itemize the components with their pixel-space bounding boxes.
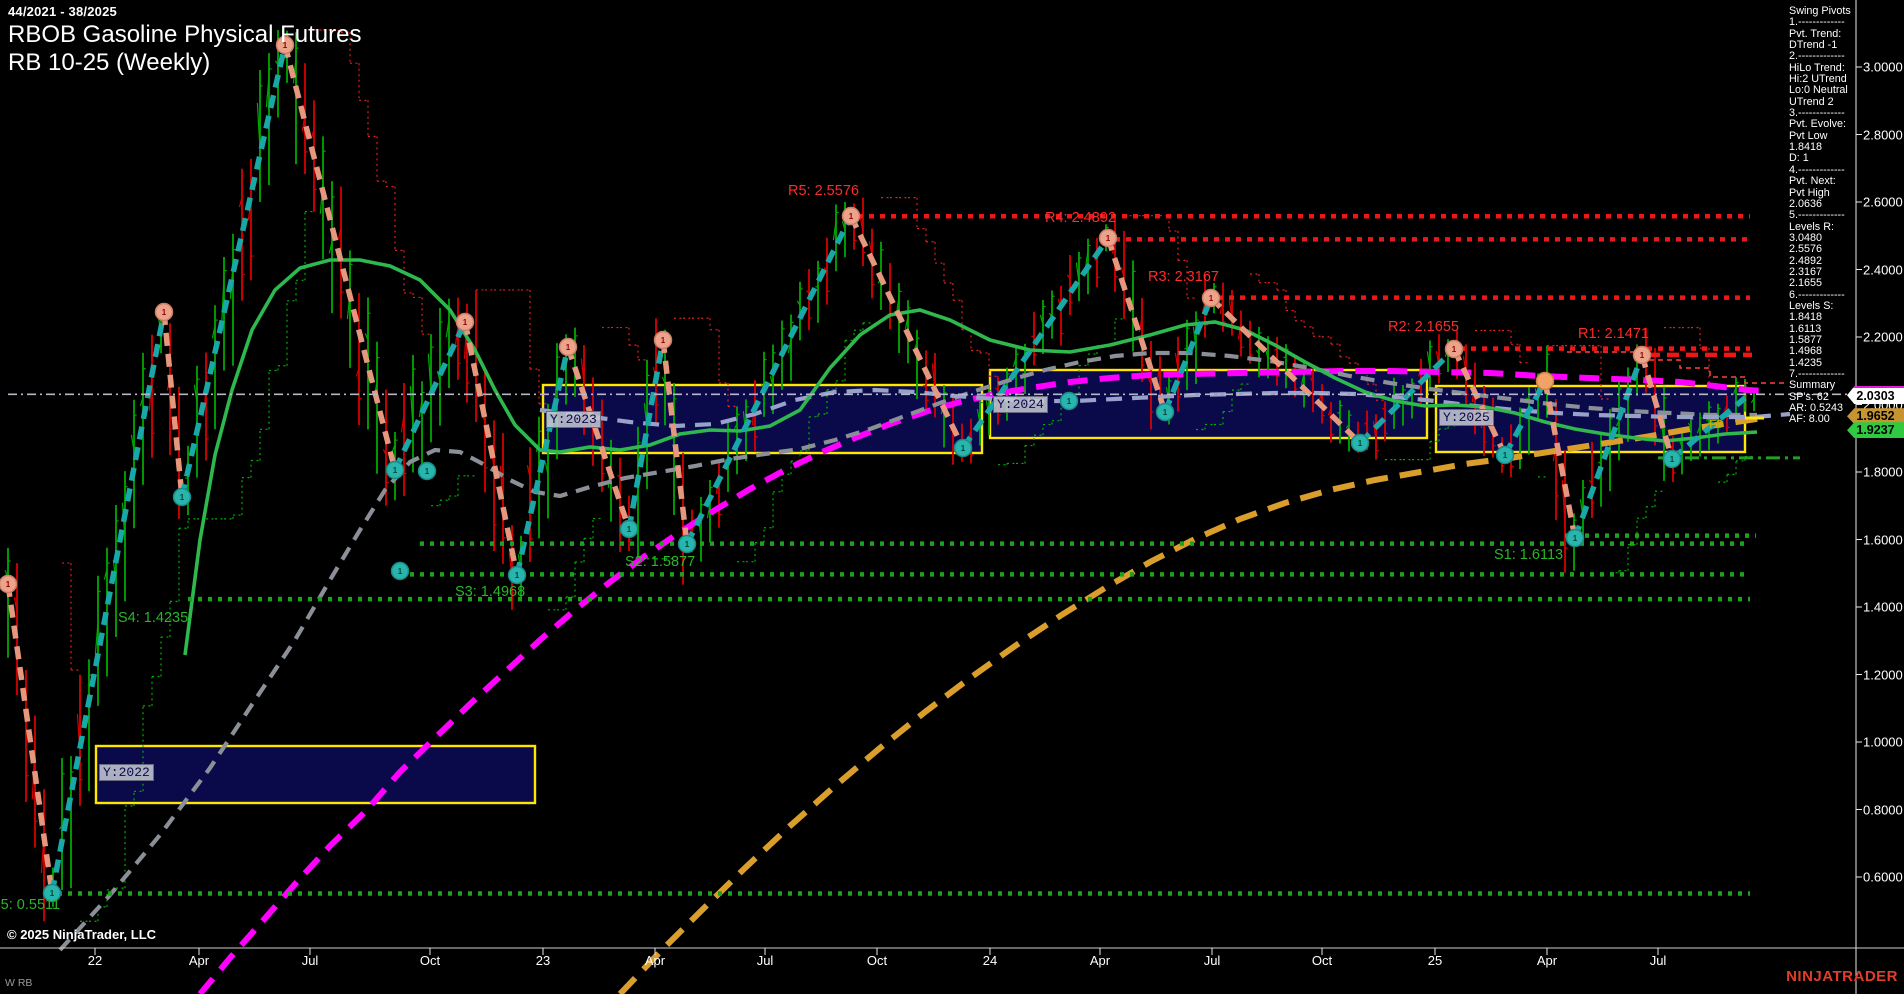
year-box-label: Y:2024 [993,396,1048,413]
price-tick-label: 1.4000 [1863,599,1903,615]
price-tick-label: 1.0000 [1863,734,1903,750]
ohlc-open-tick [1337,412,1341,414]
pivot-low-marker-glyph: 1 [685,540,690,549]
price-tick-label: 0.6000 [1863,869,1903,885]
ninjatrader-chart-window: 11111111111111111111111111 44/2021 - 38/… [0,0,1904,994]
swing-pivots-panel-line: Summary [1789,379,1836,392]
copyright-label: © 2025 NinjaTrader, LLC [7,927,157,942]
swing-up-leg [392,320,468,472]
pivot-high-marker-glyph: 1 [162,308,167,317]
instrument-tag-label: W RB [5,977,33,989]
pivot-high-marker-glyph: 1 [6,580,11,589]
swing-down-leg [282,44,398,471]
swing-pivots-panel-line: 1.------------- [1789,16,1845,29]
time-axis-label: Jul [1203,953,1221,968]
support-label-S4: S4: 1.4235 [118,610,189,626]
swing-pivots-panel-line: 2.5576 [1789,243,1823,256]
pivot-low-marker-glyph: 1 [1163,408,1168,417]
pivot-low-marker-glyph: 1 [1503,451,1508,460]
pivot-high-marker-glyph: 1 [661,336,666,345]
year-range-box [94,744,537,805]
price-tick-label: 2.6000 [1863,194,1903,210]
price-tick-label: 1.8000 [1863,464,1903,480]
support-label-S3: S3: 1.4968 [455,584,526,600]
time-axis-label: Jul [301,953,319,968]
price-tick-label: 1.6000 [1863,532,1903,547]
pivot-evolve-marker [1535,371,1555,391]
pivot-low-marker-glyph: 1 [627,525,632,534]
resistance-label-R5: R5: 2.5576 [788,183,859,199]
swing-down-leg [5,583,55,894]
price-tick-label: 2.2000 [1863,329,1903,345]
price-tick-label: 2.8000 [1863,127,1903,142]
price-tick-label: 1.2000 [1863,667,1903,682]
swing-up-leg [514,346,571,576]
year-range-box [988,368,1429,440]
time-axis-label: Oct [866,953,888,968]
resistance-label-R4: R4: 2.4892 [1045,210,1116,226]
time-axis-label: Jul [756,953,774,968]
price-badge-green-ma-value: 1.9237 [1847,422,1904,439]
time-axis-label: 24 [982,953,998,968]
resistance-label-R1: R1: 2.1471 [1578,326,1649,342]
magenta-ma-line [197,368,1766,994]
time-axis-label: 23 [535,953,551,968]
price-chart-canvas[interactable]: 11111111111111111111111111 [0,0,1904,994]
pivot-high-marker-glyph: 1 [1209,294,1214,303]
swing-up-leg [49,311,167,894]
support-label-S2: S2: 1.5877 [625,554,696,570]
time-axis-label: Oct [419,953,441,968]
contract-subtitle: RB 10-25 (Weekly) [8,49,211,76]
swing-pivots-panel-line: 1.4968 [1789,345,1823,358]
swing-pivots-panel: Swing Pivots 1.------------- Pvt. Trend: DT… [1789,5,1859,426]
price-tick-label: 2.4000 [1863,262,1903,277]
instrument-title: RBOB Gasoline Physical Futures [8,21,362,48]
pivot-high-marker-glyph: 1 [1452,345,1457,354]
swing-down-leg [462,321,520,576]
pivot-low-marker-glyph: 1 [180,493,185,502]
price-tick-label: 3.0000 [1863,59,1903,75]
pivot-low-marker-glyph: 1 [515,571,520,580]
chart-header: 44/2021 - 38/2025 RBOB Gasoline Physical… [8,4,361,77]
time-axis-label: Oct [1311,953,1333,968]
pivot-high-marker-glyph: 1 [566,343,571,352]
pivot-low-marker-glyph: 1 [1067,397,1072,406]
time-axis-label: 25 [1427,953,1443,968]
pivot-high-marker-glyph: 1 [463,318,468,327]
pivot-high-marker-glyph: 1 [1106,234,1111,243]
pivot-low-marker-glyph: 1 [1573,534,1578,543]
pivot-high-marker-glyph: 1 [849,212,854,221]
swing-pivots-panel-line: 1.8418 [1789,311,1823,324]
pivot-low-marker-glyph: 1 [398,567,403,576]
year-box-label: Y:2022 [99,764,154,781]
time-axis-label: Apr [188,953,210,968]
swing-pivots-panel-line: 2.1655 [1789,277,1823,290]
support-label-S1: S1: 1.6113 [1494,547,1564,563]
pivot-low-marker-glyph: 1 [1358,439,1363,448]
price-badge-gold-ma-value: 1.9652 [1847,408,1904,425]
price-badge-last-price: 2.0303 [1847,386,1904,405]
swing-pivots-panel-line: Pvt. Next: [1789,175,1836,188]
year-box-label: Y:2025 [1439,409,1494,426]
time-axis-label: 22 [87,953,103,968]
resistance-label-R2: R2: 2.1655 [1388,319,1459,335]
f0-marker-label: F0 [1709,417,1724,431]
pivot-low-marker-glyph: 1 [1670,455,1675,464]
time-axis-label: Apr [1536,953,1558,968]
date-range-label: 44/2021 - 38/2025 [8,4,117,19]
support-label-S5: S5: 0.5511 [0,897,61,913]
pivot-low-marker-glyph: 1 [393,466,398,475]
pivot-high-marker-glyph: 1 [1640,351,1645,360]
green-trailing-stop-steps [80,210,1754,922]
pivot-low-marker-glyph: 1 [961,444,966,453]
time-axis-label: Jul [1649,953,1667,968]
swing-pivots-panel-line: 5.------------- [1789,209,1845,222]
pivot-low-marker-glyph: 1 [425,467,430,476]
time-axis-label: Apr [644,953,666,968]
time-axis-label: Apr [1089,953,1111,968]
resistance-label-R3: R3: 2.3167 [1148,269,1219,285]
year-box-label: Y:2023 [546,411,601,428]
price-tick-label: 0.8000 [1863,802,1903,817]
ninjatrader-logo: NINJATRADER [1786,968,1898,985]
